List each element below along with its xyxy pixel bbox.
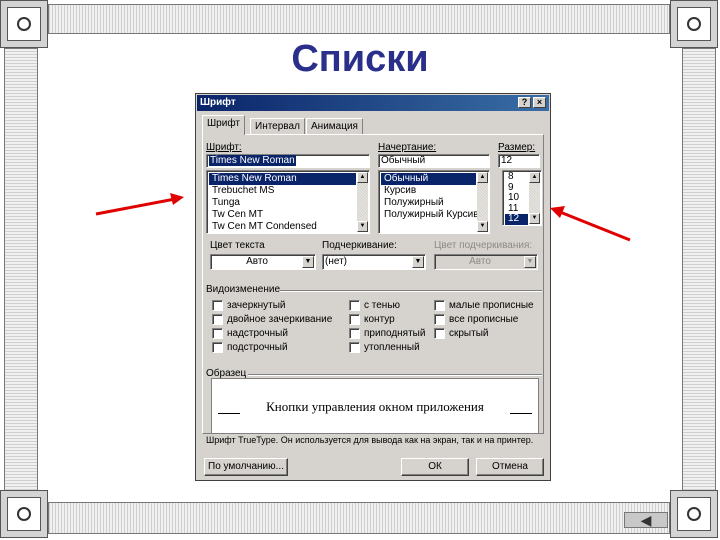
left-arrow-head xyxy=(170,193,184,205)
annotation-arrows xyxy=(95,193,631,242)
tab-font[interactable]: Шрифт xyxy=(202,115,245,135)
right-arrow xyxy=(559,210,631,242)
left-arrow xyxy=(95,197,176,216)
